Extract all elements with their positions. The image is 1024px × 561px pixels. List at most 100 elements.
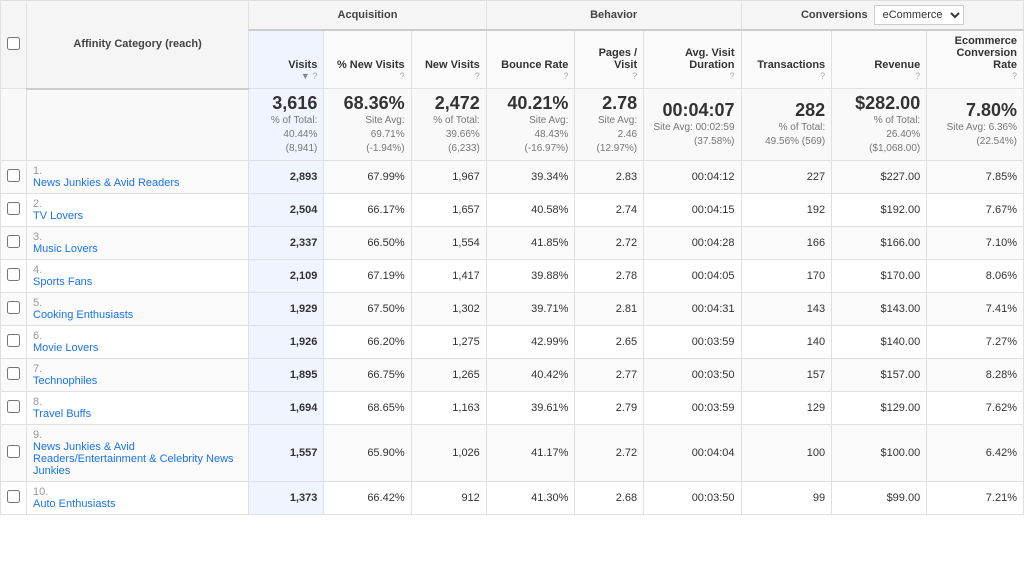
row-avg-visit-duration-4: 00:04:31 (644, 293, 741, 326)
row-avg-visit-duration-8: 00:04:04 (644, 425, 741, 482)
row-checkbox-cell-1[interactable] (1, 194, 27, 227)
row-pages-visit-7: 2.79 (575, 392, 644, 425)
totals-row: 3,616 % of Total: 40.44% (8,941) 68.36% … (1, 89, 1024, 161)
totals-transactions: 282 % of Total: 49.56% (569) (741, 89, 832, 161)
behavior-group-header: Behavior (486, 1, 741, 31)
row-ecommerce-rate-5: 7.27% (927, 326, 1024, 359)
row-ecommerce-rate-2: 7.10% (927, 227, 1024, 260)
revenue-col-header[interactable]: Revenue ? (832, 30, 927, 89)
row-category-link-8[interactable]: News Junkies & Avid Readers/Entertainmen… (33, 441, 242, 477)
row-pages-visit-3: 2.78 (575, 260, 644, 293)
row-category-link-0[interactable]: News Junkies & Avid Readers (33, 177, 242, 189)
row-checkbox-3[interactable] (7, 268, 20, 281)
row-num-6: 7. (33, 363, 42, 375)
row-transactions-3: 170 (741, 260, 832, 293)
row-checkbox-9[interactable] (7, 490, 20, 503)
table-row: 7. Technophiles 1,895 66.75% 1,265 40.42… (1, 359, 1024, 392)
row-bounce-rate-6: 40.42% (486, 359, 575, 392)
row-checkbox-2[interactable] (7, 235, 20, 248)
row-category-link-6[interactable]: Technophiles (33, 375, 242, 387)
row-checkbox-cell-8[interactable] (1, 425, 27, 482)
row-transactions-1: 192 (741, 194, 832, 227)
pct-new-visits-col-header[interactable]: % New Visits ? (324, 30, 411, 89)
totals-revenue: $282.00 % of Total: 26.40% ($1,068.00) (832, 89, 927, 161)
row-category-9: 10. Auto Enthusiasts (27, 482, 249, 515)
row-revenue-0: $227.00 (832, 161, 927, 194)
row-transactions-5: 140 (741, 326, 832, 359)
row-ecommerce-rate-4: 7.41% (927, 293, 1024, 326)
row-avg-visit-duration-6: 00:03:50 (644, 359, 741, 392)
row-category-link-4[interactable]: Cooking Enthusiasts (33, 309, 242, 321)
row-category-link-1[interactable]: TV Lovers (33, 210, 242, 222)
row-category-3: 4. Sports Fans (27, 260, 249, 293)
row-avg-visit-duration-2: 00:04:28 (644, 227, 741, 260)
select-all-checkbox[interactable] (1, 1, 27, 89)
table-row: 3. Music Lovers 2,337 66.50% 1,554 41.85… (1, 227, 1024, 260)
row-visits-5: 1,926 (249, 326, 324, 359)
row-avg-visit-duration-0: 00:04:12 (644, 161, 741, 194)
row-bounce-rate-0: 39.34% (486, 161, 575, 194)
category-header: Affinity Category (reach) (27, 1, 249, 89)
row-checkbox-cell-9[interactable] (1, 482, 27, 515)
row-checkbox-8[interactable] (7, 445, 20, 458)
row-revenue-6: $157.00 (832, 359, 927, 392)
row-new-visits-5: 1,275 (411, 326, 486, 359)
row-checkbox-4[interactable] (7, 301, 20, 314)
row-new-visits-2: 1,554 (411, 227, 486, 260)
row-num-8: 9. (33, 429, 42, 441)
row-new-visits-4: 1,302 (411, 293, 486, 326)
transactions-col-header[interactable]: Transactions ? (741, 30, 832, 89)
row-category-5: 6. Movie Lovers (27, 326, 249, 359)
row-pages-visit-8: 2.72 (575, 425, 644, 482)
table-row: 9. News Junkies & Avid Readers/Entertain… (1, 425, 1024, 482)
row-revenue-1: $192.00 (832, 194, 927, 227)
table-row: 2. TV Lovers 2,504 66.17% 1,657 40.58% 2… (1, 194, 1024, 227)
row-bounce-rate-7: 39.61% (486, 392, 575, 425)
row-avg-visit-duration-9: 00:03:50 (644, 482, 741, 515)
row-pages-visit-4: 2.81 (575, 293, 644, 326)
row-category-link-5[interactable]: Movie Lovers (33, 342, 242, 354)
row-checkbox-1[interactable] (7, 202, 20, 215)
totals-checkbox-cell (1, 89, 27, 161)
table-row: 6. Movie Lovers 1,926 66.20% 1,275 42.99… (1, 326, 1024, 359)
pages-visit-col-header[interactable]: Pages / Visit ? (575, 30, 644, 89)
row-pct-new-visits-5: 66.20% (324, 326, 411, 359)
row-bounce-rate-3: 39.88% (486, 260, 575, 293)
row-category-0: 1. News Junkies & Avid Readers (27, 161, 249, 194)
row-checkbox-cell-0[interactable] (1, 161, 27, 194)
ecommerce-dropdown[interactable]: eCommerce (874, 5, 964, 25)
row-ecommerce-rate-3: 8.06% (927, 260, 1024, 293)
bounce-rate-col-header[interactable]: Bounce Rate ? (486, 30, 575, 89)
row-avg-visit-duration-5: 00:03:59 (644, 326, 741, 359)
row-revenue-3: $170.00 (832, 260, 927, 293)
row-category-2: 3. Music Lovers (27, 227, 249, 260)
row-category-link-2[interactable]: Music Lovers (33, 243, 242, 255)
row-new-visits-9: 912 (411, 482, 486, 515)
row-category-link-3[interactable]: Sports Fans (33, 276, 242, 288)
new-visits-col-header[interactable]: New Visits ? (411, 30, 486, 89)
row-checkbox-cell-5[interactable] (1, 326, 27, 359)
row-category-link-7[interactable]: Travel Buffs (33, 408, 242, 420)
row-checkbox-6[interactable] (7, 367, 20, 380)
row-avg-visit-duration-1: 00:04:15 (644, 194, 741, 227)
visits-col-header[interactable]: Visits ▼ ? (249, 30, 324, 89)
row-revenue-8: $100.00 (832, 425, 927, 482)
header-checkbox[interactable] (7, 37, 20, 50)
row-checkbox-0[interactable] (7, 169, 20, 182)
row-checkbox-cell-3[interactable] (1, 260, 27, 293)
table-row: 8. Travel Buffs 1,694 68.65% 1,163 39.61… (1, 392, 1024, 425)
row-transactions-6: 157 (741, 359, 832, 392)
avg-visit-duration-col-header[interactable]: Avg. Visit Duration ? (644, 30, 741, 89)
row-num-4: 5. (33, 297, 42, 309)
row-bounce-rate-4: 39.71% (486, 293, 575, 326)
row-checkbox-5[interactable] (7, 334, 20, 347)
row-checkbox-cell-7[interactable] (1, 392, 27, 425)
row-checkbox-cell-4[interactable] (1, 293, 27, 326)
row-num-1: 2. (33, 198, 42, 210)
row-category-link-9[interactable]: Auto Enthusiasts (33, 498, 242, 510)
row-checkbox-7[interactable] (7, 400, 20, 413)
ecommerce-rate-col-header[interactable]: Ecommerce Conversion Rate ? (927, 30, 1024, 89)
row-new-visits-3: 1,417 (411, 260, 486, 293)
row-checkbox-cell-2[interactable] (1, 227, 27, 260)
row-checkbox-cell-6[interactable] (1, 359, 27, 392)
